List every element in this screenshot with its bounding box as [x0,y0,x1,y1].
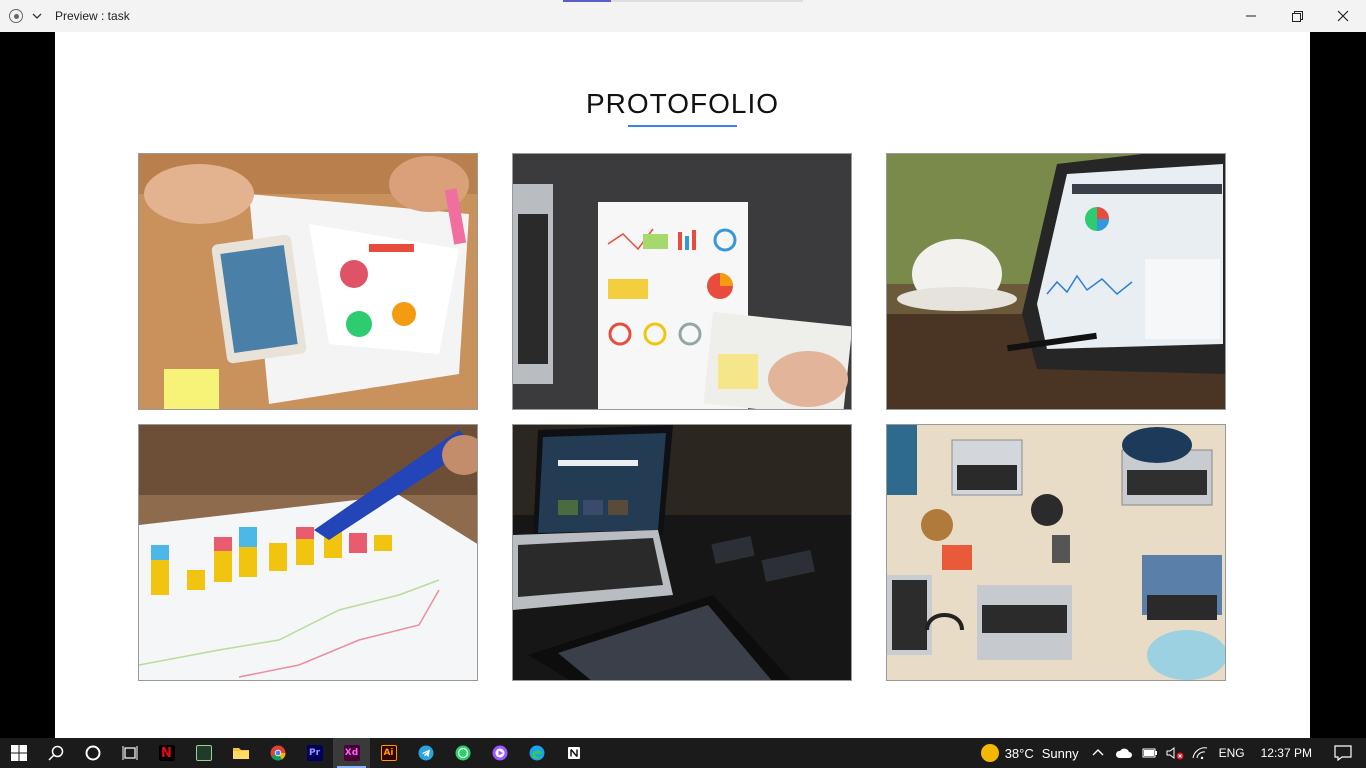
battery-icon[interactable] [1141,746,1159,760]
title-bar-left: Preview : task [0,0,130,32]
close-icon [1337,10,1349,22]
chrome-icon [270,745,286,761]
volume-muted-icon[interactable] [1165,746,1185,760]
taskbar-adobe-xd[interactable]: Xd [333,738,370,768]
edge-icon [529,745,544,761]
media-player-icon [492,745,507,761]
green-app-icon [195,745,212,761]
whatsapp-icon [455,745,470,761]
language-indicator[interactable]: ENG [1219,746,1245,760]
restore-icon [1291,10,1303,22]
portfolio-image-tablet-charts [139,154,477,409]
preview-stage: PROTOFOLIO [0,32,1366,738]
title-underline [628,125,737,127]
window-title: Preview : task [55,9,130,23]
artboard: PROTOFOLIO [55,32,1310,738]
portfolio-image-report-notebook [513,154,851,409]
window-controls [1228,0,1366,32]
notification-icon[interactable] [1334,745,1352,761]
taskbar-telegram[interactable] [407,738,444,768]
portfolio-image-tablet-dashboard [887,154,1225,409]
task-view-icon [122,746,137,760]
wifi-icon[interactable] [1191,746,1209,760]
weather-temperature[interactable]: 38°C [1005,746,1034,761]
cortana-button[interactable] [74,738,111,768]
taskbar-file-explorer[interactable] [222,738,259,768]
portfolio-image-laptop-devices [513,425,851,680]
minimize-icon [1246,15,1256,17]
portfolio-card-3[interactable] [886,153,1226,410]
portfolio-image-team-laptops [887,425,1225,680]
illustrator-icon: Ai [380,745,397,761]
telegram-icon [418,745,433,761]
system-tray: 38°C Sunny ENG 12:37 PM [980,738,1366,768]
window-title-bar: Preview : task [0,0,1366,32]
weather-sun-icon[interactable] [980,744,999,762]
taskbar-green-app[interactable] [185,738,222,768]
adobe-xd-icon: Xd [343,745,360,761]
netflix-icon: N [158,745,175,761]
cortana-icon [85,745,100,761]
taskbar-media-player[interactable] [481,738,518,768]
search-button[interactable] [37,738,74,768]
weather-description[interactable]: Sunny [1042,746,1079,761]
taskbar-whatsapp[interactable] [444,738,481,768]
notion-icon [567,747,580,759]
task-view-button[interactable] [111,738,148,768]
portfolio-card-2[interactable] [512,153,852,410]
portfolio-card-1[interactable] [138,153,478,410]
chevron-up-icon[interactable] [1091,746,1105,760]
portfolio-card-6[interactable] [886,424,1226,681]
premiere-icon: Pr [306,745,323,761]
taskbar-chrome[interactable] [259,738,296,768]
windows-logo-icon [10,745,27,761]
close-button[interactable] [1320,0,1366,32]
taskbar-illustrator[interactable]: Ai [370,738,407,768]
folder-icon [232,748,249,759]
preview-progress-bar [563,0,803,2]
portfolio-image-pen-bar-chart [139,425,477,680]
restore-button[interactable] [1274,0,1320,32]
taskbar-netflix[interactable]: N [148,738,185,768]
portfolio-card-5[interactable] [512,424,852,681]
clock-time[interactable]: 12:37 PM [1261,746,1312,760]
portfolio-card-4[interactable] [138,424,478,681]
start-button[interactable] [0,738,37,768]
windows-taskbar: N Pr Xd Ai 38°C Sunny ENG 12:37 PM [0,738,1366,768]
page-title: PROTOFOLIO [585,88,780,119]
taskbar-notion[interactable] [555,738,592,768]
cloud-icon[interactable] [1115,746,1133,760]
app-record-icon[interactable] [9,9,23,23]
taskbar-premiere[interactable]: Pr [296,738,333,768]
chevron-down-icon[interactable] [31,10,43,22]
minimize-button[interactable] [1228,0,1274,32]
taskbar-edge[interactable] [518,738,555,768]
search-icon [47,745,63,761]
